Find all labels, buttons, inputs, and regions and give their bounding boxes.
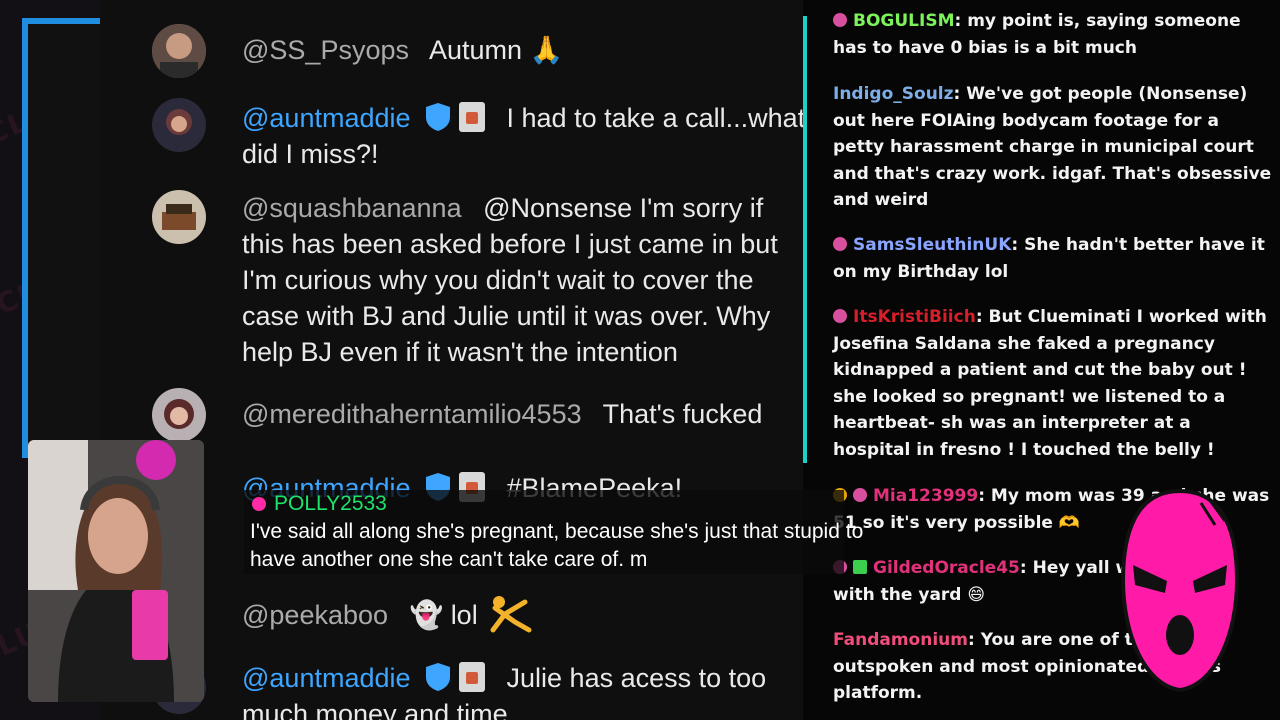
tw-username: Fandamonium	[833, 630, 968, 650]
tw-chat-message: Indigo_Soulz: We've got people (Nonsense…	[833, 81, 1273, 214]
yt-username: @squashbananna	[242, 193, 462, 223]
caption-username-text: POLLY2533	[274, 492, 387, 515]
verified-shield-icon	[425, 663, 450, 691]
sub-badge-icon	[833, 237, 847, 251]
yt-username: @peekaboo	[242, 600, 389, 630]
sub-badge-icon	[833, 309, 847, 323]
caption-username: POLLY2533	[252, 492, 387, 516]
pray-emoji-icon: 🙏	[529, 35, 564, 66]
sub-badge-icon	[853, 488, 867, 502]
yt-username: @meredithaherntamilio4553	[242, 399, 582, 429]
yt-message-text: That's fucked	[602, 399, 763, 429]
tw-chat-message: BOGULISM: my point is, saying someone ha…	[833, 8, 1273, 61]
caption-text: I've said all along she's pregnant, beca…	[250, 520, 864, 571]
webcam-feed	[28, 440, 204, 702]
tw-message-text: : But Clueminati I worked with Josefina …	[833, 307, 1267, 460]
chat-accent-bar	[803, 16, 807, 463]
tw-chat-message: ItsKristiBiich: But Clueminati I worked …	[833, 304, 1273, 463]
avatar	[152, 190, 206, 244]
avatar	[152, 388, 206, 442]
verified-shield-icon	[425, 103, 450, 131]
yt-message-text: Autumn	[429, 35, 523, 65]
yt-username: @auntmaddie	[242, 663, 411, 693]
yt-message-text: lol	[450, 600, 478, 630]
sub-badge-icon	[833, 13, 847, 27]
ghost-emoji-icon: 👻	[409, 600, 444, 631]
yt-username: @SS_Psyops	[242, 35, 409, 65]
yt-username: @auntmaddie	[242, 103, 411, 133]
cartwheel-emoji-icon	[490, 596, 532, 633]
member-badge-icon	[458, 662, 485, 692]
tw-chat-message: SamsSleuthinUK: She hadn't better have i…	[833, 232, 1273, 285]
member-badge-icon	[458, 102, 485, 132]
avatar	[152, 98, 206, 152]
tw-username: Indigo_Soulz	[833, 84, 954, 104]
avatar	[152, 24, 206, 78]
tw-username: BOGULISM	[853, 11, 955, 31]
youtube-chat-capture: @SS_Psyops Autumn 🙏 @auntmaddie I had to …	[100, 0, 805, 720]
user-badge-icon	[252, 497, 266, 511]
ski-mask-mascot-icon	[1120, 488, 1240, 693]
tw-username: Mia123999	[873, 486, 979, 506]
tw-username: SamsSleuthinUK	[853, 235, 1012, 255]
tw-username: ItsKristiBiich	[853, 307, 976, 327]
